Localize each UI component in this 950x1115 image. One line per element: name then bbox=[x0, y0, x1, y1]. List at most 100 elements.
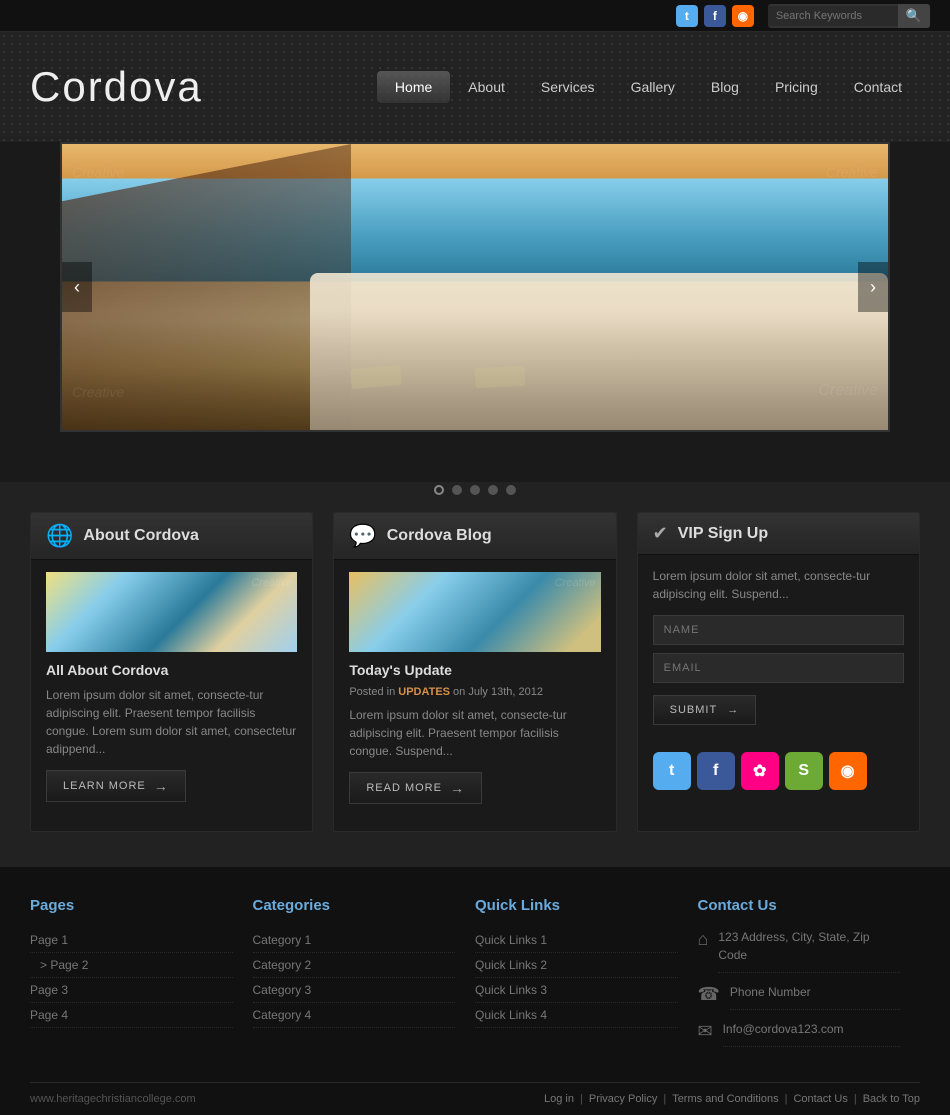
slider-next-button[interactable]: › bbox=[858, 262, 888, 312]
footer-quicklink-3[interactable]: Quick Links 3 bbox=[475, 978, 678, 1003]
footer-category-1[interactable]: Category 1 bbox=[253, 928, 456, 953]
footer-email: Info@cordova123.com bbox=[723, 1020, 900, 1047]
checkmark-icon: ✔ bbox=[653, 523, 668, 544]
footer-category-4[interactable]: Category 4 bbox=[253, 1003, 456, 1028]
slider-dot-2[interactable] bbox=[452, 485, 462, 495]
header: Cordova Home About Services Gallery Blog… bbox=[0, 32, 950, 142]
blog-thumbnail: Creative bbox=[349, 572, 600, 652]
vip-card-header: ✔ VIP Sign Up bbox=[638, 513, 919, 555]
read-more-button[interactable]: READ MORE → bbox=[349, 772, 482, 804]
footer-page-1[interactable]: Page 1 bbox=[30, 928, 233, 953]
stumbleupon-icon-bottom[interactable]: S bbox=[785, 752, 823, 790]
footer-quicklink-1[interactable]: Quick Links 1 bbox=[475, 928, 678, 953]
footer-page-2[interactable]: > Page 2 bbox=[30, 953, 233, 978]
footer-contact-link[interactable]: Contact Us bbox=[793, 1093, 847, 1105]
footer-pages-title: Pages bbox=[30, 897, 233, 914]
footer-pages-col: Pages Page 1 > Page 2 Page 3 Page 4 bbox=[30, 897, 253, 1057]
footer-category-3[interactable]: Category 3 bbox=[253, 978, 456, 1003]
footer-quicklinks-title: Quick Links bbox=[475, 897, 678, 914]
rss-icon-bottom[interactable]: ◉ bbox=[829, 752, 867, 790]
read-more-arrow: → bbox=[450, 780, 465, 796]
rss-icon-top[interactable]: ◉ bbox=[732, 5, 754, 27]
footer-page-4[interactable]: Page 4 bbox=[30, 1003, 233, 1028]
watermark-4: Creative bbox=[818, 382, 878, 400]
footer-quicklink-4[interactable]: Quick Links 4 bbox=[475, 1003, 678, 1028]
vip-card-title: VIP Sign Up bbox=[678, 525, 768, 543]
top-bar: t f ◉ 🔍 bbox=[0, 0, 950, 32]
blog-tag: UPDATES bbox=[398, 686, 450, 698]
footer-grid: Pages Page 1 > Page 2 Page 3 Page 4 Cate… bbox=[30, 897, 920, 1083]
footer-terms-link[interactable]: Terms and Conditions bbox=[672, 1093, 778, 1105]
footer-quicklinks-col: Quick Links Quick Links 1 Quick Links 2 … bbox=[475, 897, 698, 1057]
slider-dots bbox=[434, 485, 516, 495]
submit-label: SUBMIT bbox=[670, 704, 718, 716]
footer-bottom: www.heritagechristiancollege.com Log in … bbox=[30, 1083, 920, 1115]
twitter-icon-bottom[interactable]: t bbox=[653, 752, 691, 790]
read-more-label: READ MORE bbox=[366, 782, 442, 794]
search-box: 🔍 bbox=[768, 4, 930, 28]
watermark-3: Creative bbox=[72, 384, 124, 400]
main-nav: Home About Services Gallery Blog Pricing… bbox=[377, 71, 920, 103]
vip-card: ✔ VIP Sign Up Lorem ipsum dolor sit amet… bbox=[637, 512, 920, 832]
slider-prev-button[interactable]: ‹ bbox=[62, 262, 92, 312]
footer-contact-title: Contact Us bbox=[698, 897, 901, 914]
social-icons-bottom: t f ✿ S ◉ bbox=[638, 752, 919, 790]
submit-arrow: → bbox=[727, 704, 739, 716]
footer: Pages Page 1 > Page 2 Page 3 Page 4 Cate… bbox=[0, 867, 950, 1115]
slider-dot-3[interactable] bbox=[470, 485, 480, 495]
home-icon: ⌂ bbox=[698, 929, 709, 950]
about-card: 🌐 About Cordova Creative All About Cordo… bbox=[30, 512, 313, 832]
globe-icon: 🌐 bbox=[46, 523, 73, 549]
blog-card-text: Lorem ipsum dolor sit amet, consecte-tur… bbox=[349, 706, 600, 760]
content-section: 🌐 About Cordova Creative All About Cordo… bbox=[0, 482, 950, 867]
vip-email-input[interactable] bbox=[653, 653, 904, 683]
about-card-body: Creative All About Cordova Lorem ipsum d… bbox=[31, 560, 312, 814]
about-post-title: All About Cordova bbox=[46, 662, 297, 678]
blog-card: 💬 Cordova Blog Creative Today's Update P… bbox=[333, 512, 616, 832]
facebook-icon-top[interactable]: f bbox=[704, 5, 726, 27]
vip-name-input[interactable] bbox=[653, 615, 904, 645]
blog-post-meta: Posted in UPDATES on July 13th, 2012 bbox=[349, 686, 600, 698]
footer-address-item: ⌂ 123 Address, City, State, Zip Code bbox=[698, 928, 901, 973]
slider-dot-5[interactable] bbox=[506, 485, 516, 495]
footer-categories-title: Categories bbox=[253, 897, 456, 914]
footer-categories-col: Categories Category 1 Category 2 Categor… bbox=[253, 897, 476, 1057]
footer-category-2[interactable]: Category 2 bbox=[253, 953, 456, 978]
nav-about[interactable]: About bbox=[450, 71, 523, 103]
footer-backtotop-link[interactable]: Back to Top bbox=[863, 1093, 920, 1105]
learn-more-arrow: → bbox=[154, 778, 169, 794]
learn-more-label: LEARN MORE bbox=[63, 780, 146, 792]
hero-slider: Creative Creative Creative Creative ‹ › bbox=[60, 142, 890, 432]
hero-wrapper: Creative Creative Creative Creative ‹ › bbox=[30, 142, 920, 467]
nav-gallery[interactable]: Gallery bbox=[613, 71, 693, 103]
footer-sep-3: | bbox=[779, 1093, 794, 1105]
footer-quicklink-2[interactable]: Quick Links 2 bbox=[475, 953, 678, 978]
vip-card-body: Lorem ipsum dolor sit amet, consecte-tur… bbox=[638, 555, 919, 737]
slider-dot-4[interactable] bbox=[488, 485, 498, 495]
slider-dot-1[interactable] bbox=[434, 485, 444, 495]
search-input[interactable] bbox=[768, 6, 898, 26]
footer-sep-1: | bbox=[574, 1093, 589, 1105]
twitter-icon-top[interactable]: t bbox=[676, 5, 698, 27]
footer-phone: Phone Number bbox=[730, 983, 900, 1010]
nav-home[interactable]: Home bbox=[377, 71, 450, 103]
nav-services[interactable]: Services bbox=[523, 71, 613, 103]
blog-icon: 💬 bbox=[349, 523, 376, 549]
footer-email-item: ✉ Info@cordova123.com bbox=[698, 1020, 901, 1047]
nav-blog[interactable]: Blog bbox=[693, 71, 757, 103]
footer-page-3[interactable]: Page 3 bbox=[30, 978, 233, 1003]
flickr-icon-bottom[interactable]: ✿ bbox=[741, 752, 779, 790]
vip-description: Lorem ipsum dolor sit amet, consecte-tur… bbox=[653, 567, 904, 603]
nav-pricing[interactable]: Pricing bbox=[757, 71, 836, 103]
footer-privacy-link[interactable]: Privacy Policy bbox=[589, 1093, 657, 1105]
footer-bottom-links: Log in | Privacy Policy | Terms and Cond… bbox=[544, 1093, 920, 1105]
learn-more-button[interactable]: LEARN MORE → bbox=[46, 770, 186, 802]
nav-contact[interactable]: Contact bbox=[836, 71, 920, 103]
facebook-icon-bottom[interactable]: f bbox=[697, 752, 735, 790]
vip-submit-button[interactable]: SUBMIT → bbox=[653, 695, 757, 725]
about-thumbnail: Creative bbox=[46, 572, 297, 652]
footer-contact-col: Contact Us ⌂ 123 Address, City, State, Z… bbox=[698, 897, 921, 1057]
footer-login-link[interactable]: Log in bbox=[544, 1093, 574, 1105]
search-button[interactable]: 🔍 bbox=[898, 4, 930, 28]
email-icon: ✉ bbox=[698, 1021, 713, 1042]
